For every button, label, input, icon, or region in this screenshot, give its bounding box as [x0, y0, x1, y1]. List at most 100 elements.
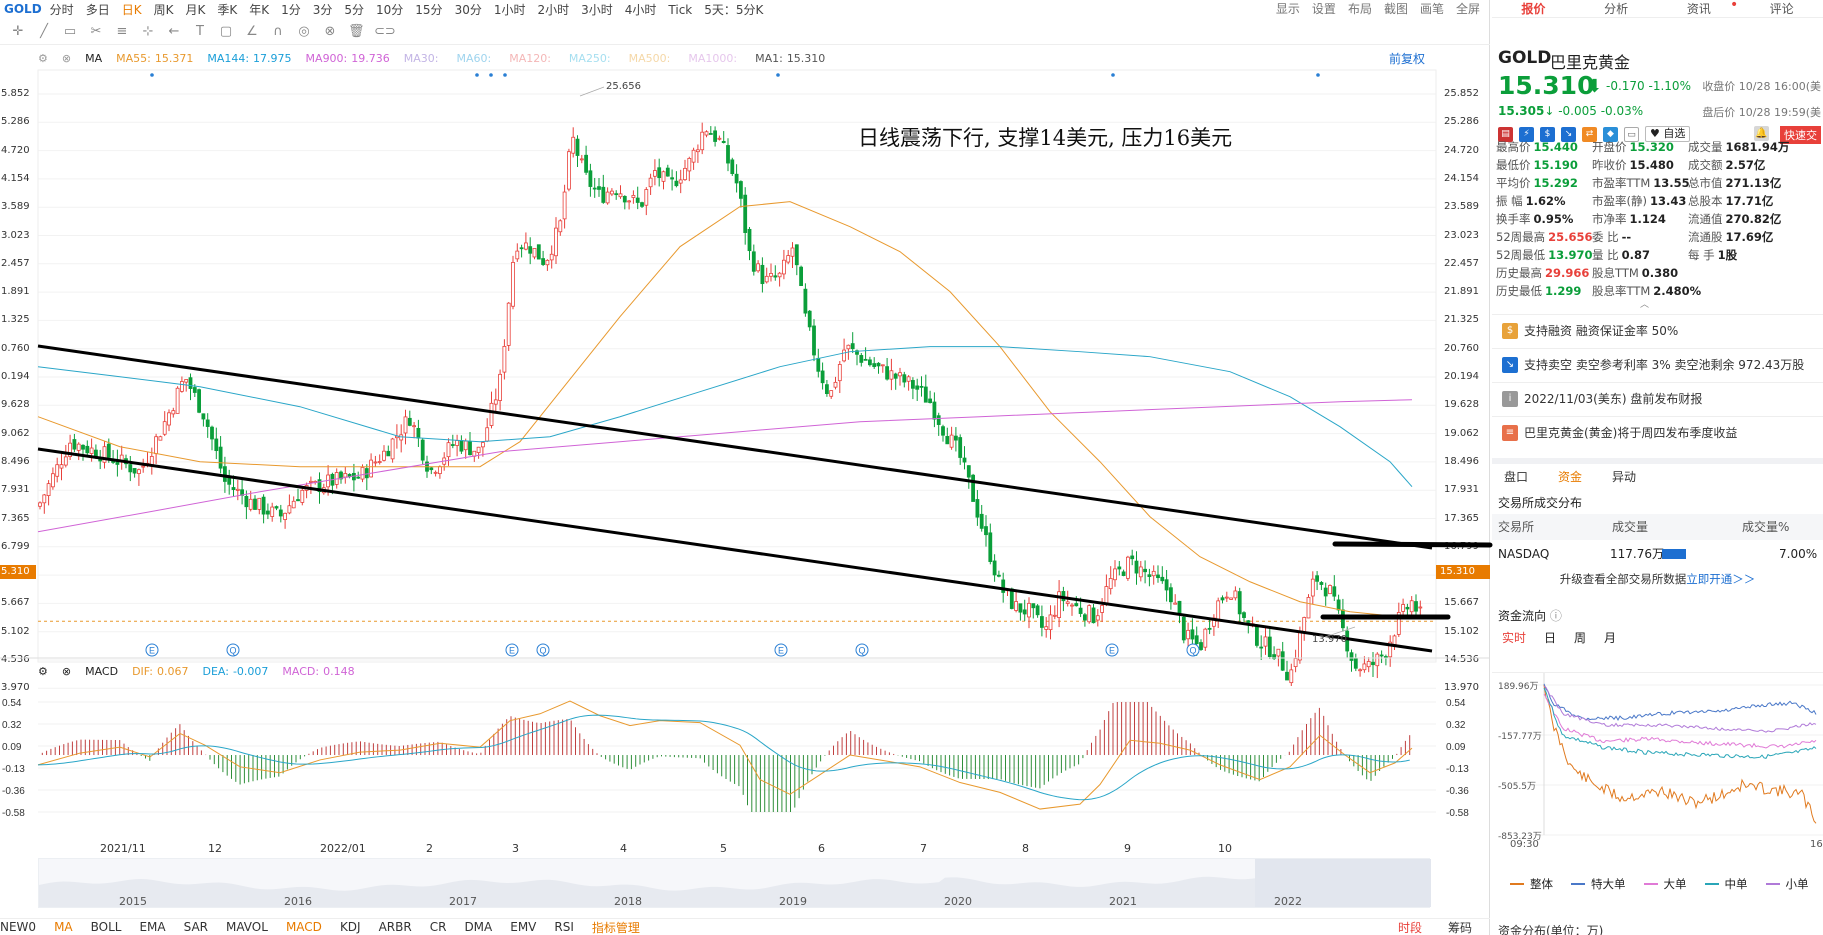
candle-body	[601, 186, 606, 203]
subtab-2[interactable]: 异动	[1612, 468, 1636, 485]
candle-body	[1001, 579, 1006, 593]
candle-body	[1319, 582, 1324, 585]
date-tick: 2022/01	[320, 842, 366, 855]
indicator-right-0[interactable]: 时段	[1398, 919, 1422, 935]
subtab-1[interactable]: 资金	[1558, 468, 1582, 485]
indicator-right-1[interactable]: 筹码	[1448, 919, 1472, 935]
notice-2[interactable]: i 2022/11/03(美东) 盘前发布财报	[1492, 382, 1823, 414]
stat-key: 市盈率(静)	[1592, 194, 1647, 208]
indicator-right: 时段 筹码	[1398, 919, 1490, 935]
stat-key: 每 手	[1688, 248, 1715, 262]
stat-row: 52周最低 13.970 量 比 0.87 每 手 1股	[1496, 246, 1823, 264]
quote-panel: 报价 分析 资讯 评论 • GOLD 巴里克黄金 15.310 ⬇ -0.170 -1.…	[1492, 0, 1823, 935]
flow-tab-0[interactable]: 实时	[1502, 626, 1526, 650]
candle-body	[1048, 614, 1053, 631]
indicator-7[interactable]: KDJ	[340, 920, 361, 934]
candle-body	[1091, 607, 1096, 624]
notice-icon: $	[1502, 322, 1518, 339]
price-tick: 21.325	[1444, 314, 1479, 326]
notice-3[interactable]: ≡ 巴里克黄金(黄金)将于周四发布季度收益	[1492, 416, 1823, 448]
stat-row: 最低价 15.190 昨收价 15.480 成交额 2.57亿	[1496, 156, 1823, 174]
candle-body	[876, 362, 881, 367]
candle-body	[962, 457, 967, 463]
date-tick: 3	[512, 842, 519, 855]
indicator-name[interactable]: MACD	[85, 665, 118, 678]
indicator-5[interactable]: MAVOL	[226, 920, 268, 934]
candle-body	[812, 325, 816, 356]
candle-body	[511, 262, 515, 307]
indicator-8[interactable]: ARBR	[379, 920, 412, 934]
settings-icon[interactable]: ⚙	[38, 665, 48, 678]
candle-body	[622, 195, 627, 203]
candle-body	[1216, 600, 1221, 622]
indicator-6[interactable]: MACD	[286, 920, 322, 934]
stat-value: 15.292	[1533, 176, 1578, 190]
candle-body	[489, 402, 494, 426]
info-icon[interactable]: ⓘ	[1550, 609, 1562, 623]
candle-body	[545, 259, 550, 266]
close-icon[interactable]: ⊗	[62, 665, 71, 678]
indicator-10[interactable]: DMA	[464, 920, 492, 934]
flow-tab-2[interactable]: 周	[1574, 626, 1586, 650]
tab-1[interactable]: 分析	[1575, 0, 1658, 17]
candle-body	[1220, 597, 1225, 601]
indicator-11[interactable]: EMV	[510, 920, 536, 934]
indicator-9[interactable]: CR	[430, 920, 447, 934]
indicator-13[interactable]: 指标管理	[592, 919, 640, 935]
candle-body	[915, 385, 920, 390]
candle-body	[141, 465, 146, 468]
candle-body	[459, 440, 464, 452]
indicator-1[interactable]: MA	[54, 920, 73, 934]
stat-row: 历史最高 29.966 股息TTM 0.380	[1496, 264, 1823, 282]
candle-body	[911, 380, 915, 389]
stat-row: 换手率 0.95% 市净率 1.124 流通值 270.82亿	[1496, 210, 1823, 228]
candle-body	[1117, 566, 1122, 570]
indicator-0[interactable]: NEW0	[0, 920, 36, 934]
candle-body	[1293, 658, 1298, 668]
stat-row: 52周最高 25.656 委 比 -- 流通股 17.69亿	[1496, 228, 1823, 246]
timeline-overview[interactable]: 2015 2016 2017 2018 2019 2020 2021 2022	[38, 858, 1431, 908]
ma144-line	[37, 346, 1413, 488]
close-time: 收盘价 10/28 16:00(美	[1702, 80, 1821, 93]
indicator-12[interactable]: RSI	[554, 920, 574, 934]
flow-tab-3[interactable]: 月	[1604, 626, 1616, 650]
subtab-0[interactable]: 盘口	[1504, 468, 1528, 485]
notice-1[interactable]: ↘ 支持卖空 卖空参考利率 3% 卖空池剩余 972.43万股	[1492, 348, 1823, 380]
stat-cell: 最高价 15.440	[1496, 138, 1578, 156]
candle-body	[291, 500, 296, 509]
notice-0[interactable]: $ 支持融资 融资保证金率 50%	[1492, 314, 1823, 346]
price-tick: 20.194	[1444, 371, 1479, 382]
candle-body	[1190, 629, 1195, 640]
candle-body	[1181, 616, 1186, 641]
event-dot	[1316, 73, 1320, 77]
top-tool-5[interactable]: 全屏	[1456, 0, 1480, 17]
expand-chevron-icon[interactable]: ︿	[1640, 297, 1649, 310]
notice-text: 支持卖空 卖空参考利率 3% 卖空池剩余 972.43万股	[1524, 358, 1805, 372]
flow-chart: 189.96万 -157.77万 -505.5万 -853.23万 09:30 16	[1492, 672, 1823, 852]
flow-tab-1[interactable]: 日	[1544, 626, 1556, 650]
tab-2[interactable]: 资讯	[1658, 0, 1741, 17]
upgrade-link[interactable]: 立即开通＞＞	[1686, 572, 1755, 586]
candle-body	[893, 373, 898, 379]
macd-chart[interactable]: 0.54 0.54 0.32 0.32 0.09 0.09 -0.13 -0.13 -0.36 -…	[0, 680, 1490, 840]
candle-body	[769, 273, 773, 277]
indicator-4[interactable]: SAR	[184, 920, 208, 934]
candle-body	[1018, 603, 1023, 613]
tab-3[interactable]: 评论	[1740, 0, 1823, 17]
tab-0[interactable]: 报价	[1492, 0, 1575, 17]
indicator-3[interactable]: EMA	[139, 920, 165, 934]
date-axis: 2021/11 12 2022/01 2 3 4 5 6 7 8 9 10	[36, 842, 1436, 856]
candle-body	[571, 136, 576, 154]
exchange-row: NASDAQ 117.76万 7.00%	[1498, 547, 1818, 561]
stat-cell: 流通股 17.69亿	[1688, 228, 1773, 246]
candle-body	[257, 497, 262, 510]
price-tick: 22.457	[1444, 257, 1479, 269]
candle-body	[1194, 635, 1199, 645]
candle-body	[678, 179, 683, 184]
candle-body	[386, 450, 391, 457]
candle-body	[1052, 614, 1057, 617]
indicator-2[interactable]: BOLL	[91, 920, 122, 934]
candle-body	[588, 170, 593, 187]
candlestick-chart[interactable]: EQEQEQEQ	[0, 0, 1493, 689]
price-change: -0.170 -1.10%	[1606, 79, 1691, 93]
